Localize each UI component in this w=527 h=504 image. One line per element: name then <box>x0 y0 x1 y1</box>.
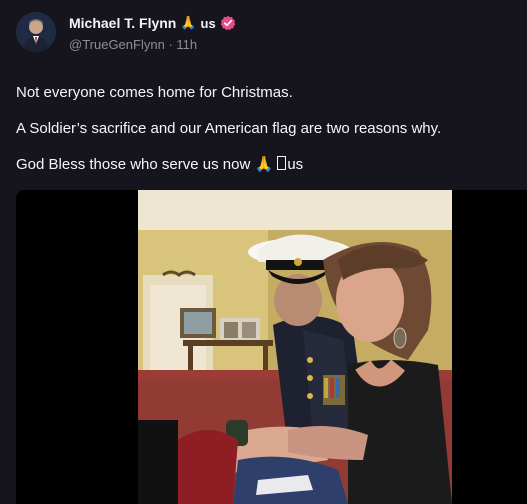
handle-row: @TrueGenFlynn · 11h <box>69 37 236 52</box>
post-header: Michael T. Flynn 🙏 us @TrueGenFlynn · 11… <box>16 12 236 52</box>
post-card[interactable]: Michael T. Flynn 🙏 us @TrueGenFlynn · 11… <box>0 0 527 504</box>
video-frame[interactable] <box>138 190 452 504</box>
flag-placeholder-icon <box>277 156 287 170</box>
us-flag-label: us <box>287 156 304 173</box>
author-info: Michael T. Flynn 🙏 us @TrueGenFlynn · 11… <box>69 13 236 52</box>
post-text-segment: God Bless those who serve us now <box>16 156 251 173</box>
display-name-row: Michael T. Flynn 🙏 us <box>69 13 236 33</box>
post-text-line: A Soldier’s sacrifice and our American f… <box>16 120 442 137</box>
display-name[interactable]: Michael T. Flynn <box>69 15 176 31</box>
us-flag-label: us <box>200 15 216 31</box>
separator-dot: · <box>168 37 173 52</box>
video-still-image <box>138 190 452 504</box>
praying-hands-icon: 🙏 <box>254 156 274 173</box>
video-player[interactable] <box>16 190 527 504</box>
avatar[interactable] <box>16 12 56 52</box>
post-time[interactable]: 11h <box>176 37 197 52</box>
post-text-line: Not everyone comes home for Christmas. <box>16 84 293 101</box>
post-text-line: God Bless those who serve us now 🙏 us <box>16 156 516 174</box>
avatar-image <box>16 12 56 52</box>
verified-badge-icon <box>220 15 236 31</box>
post-text: Not everyone comes home for Christmas. A… <box>16 84 516 192</box>
praying-hands-icon: 🙏 <box>180 15 197 30</box>
handle[interactable]: @TrueGenFlynn <box>69 37 165 52</box>
